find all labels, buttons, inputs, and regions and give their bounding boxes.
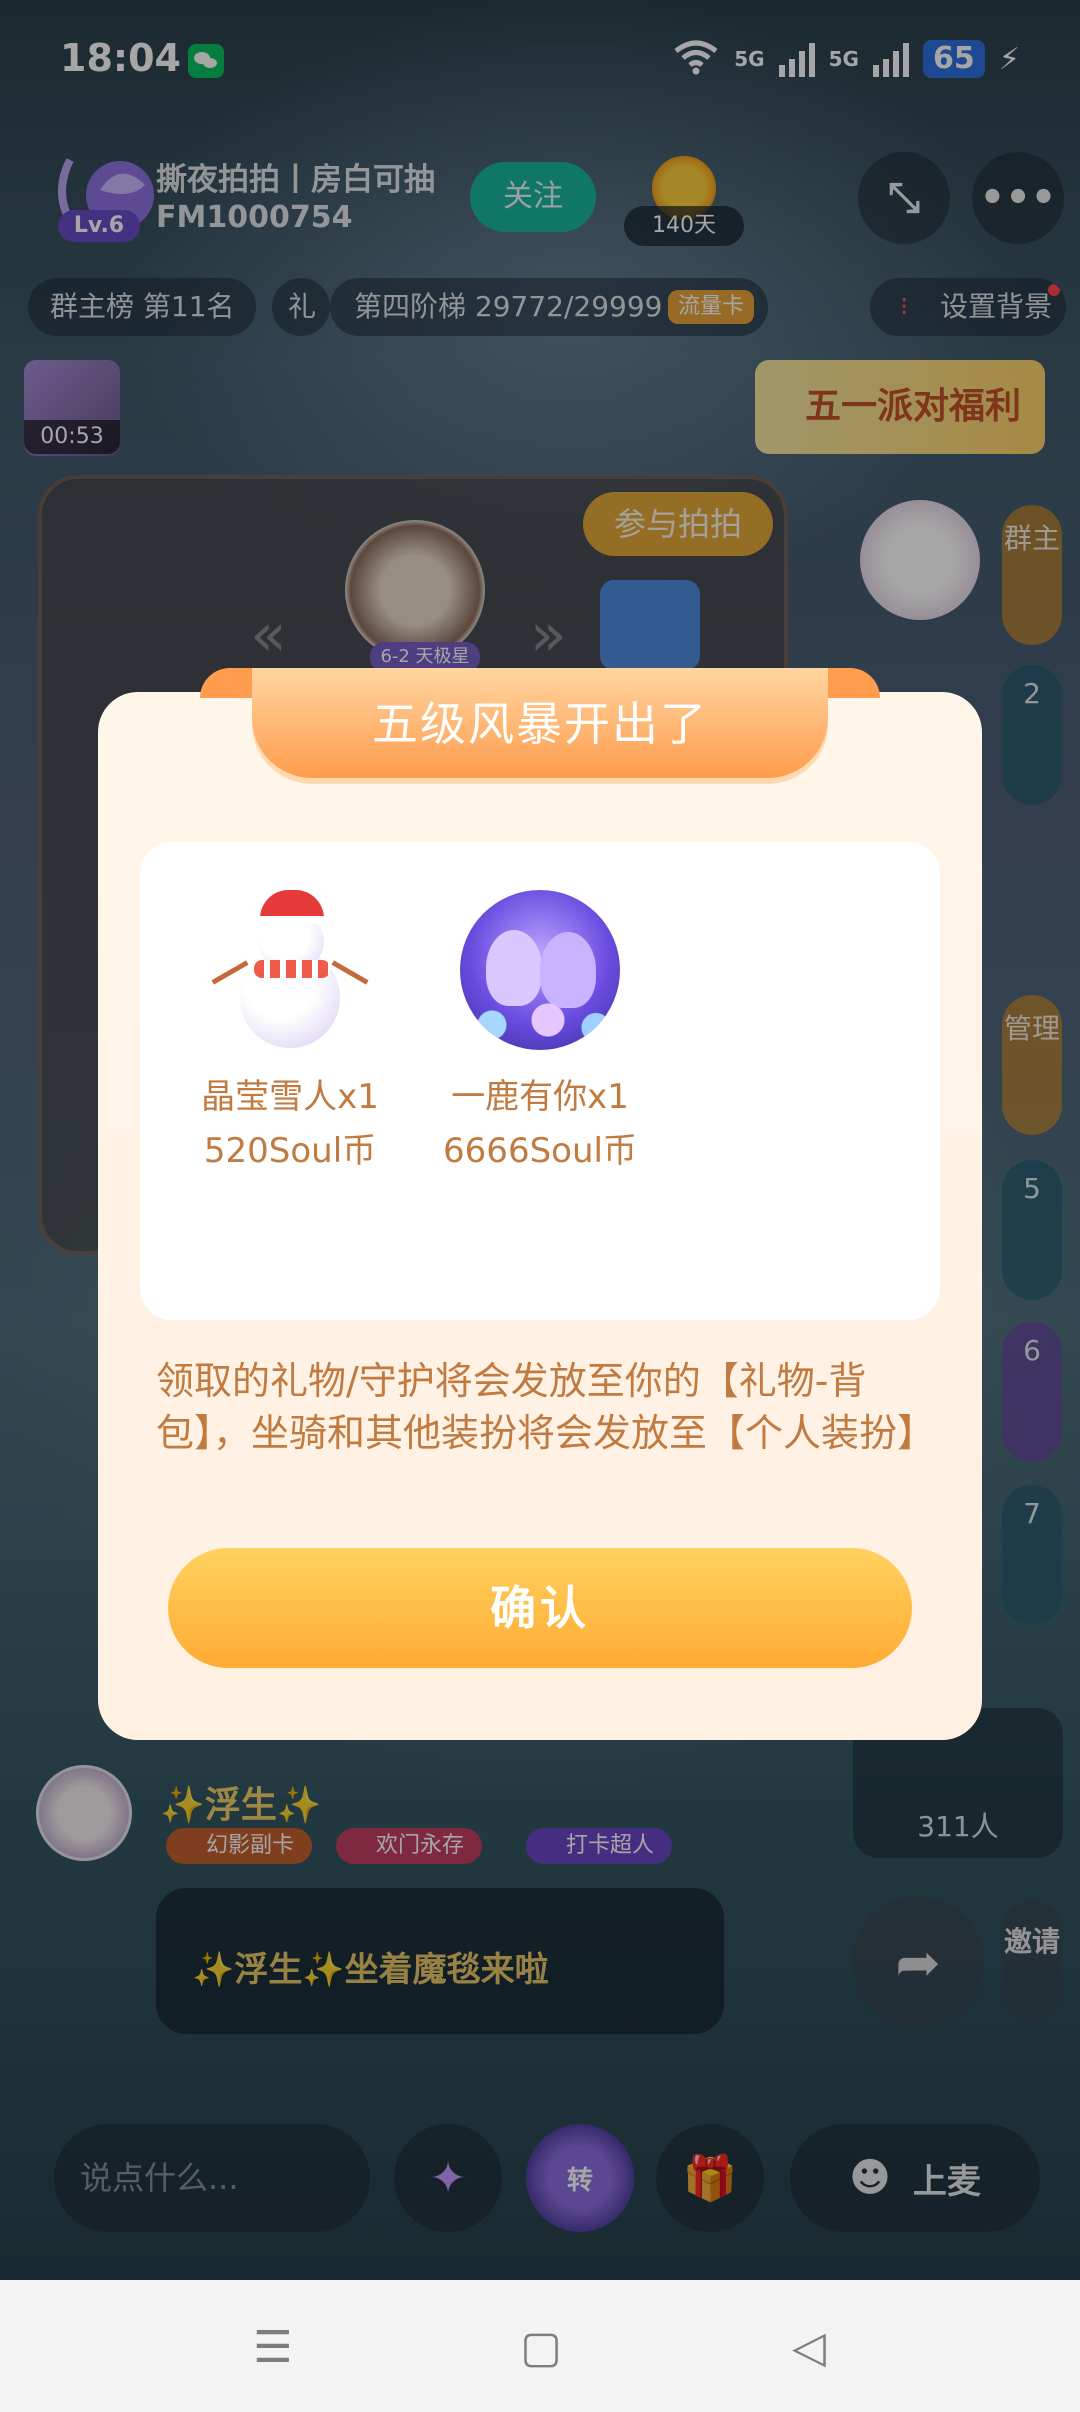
back-triangle-icon[interactable]: ◁ [774, 2312, 844, 2382]
gift-item: 一鹿有你x1 6666Soul币 [430, 890, 650, 1178]
dialog-title: 五级风暴开出了 [372, 697, 708, 751]
gift-price: 520Soul币 [203, 1131, 377, 1171]
home-square-icon[interactable]: ▢ [506, 2312, 576, 2382]
confirm-button[interactable]: 确认 [168, 1548, 912, 1668]
gift-name: 晶莹雪人x1 [201, 1077, 379, 1117]
gift-card: 晶莹雪人x1 520Soul币 一鹿有你x1 6666Soul币 [140, 842, 940, 1320]
gift-price: 6666Soul币 [443, 1131, 637, 1171]
dialog-description: 领取的礼物/守护将会发放至你的【礼物-背包】，坐骑和其他装扮将会发放至【个人装扮… [156, 1359, 936, 1455]
gift-name: 一鹿有你x1 [451, 1077, 629, 1117]
gift-item: 晶莹雪人x1 520Soul币 [180, 890, 400, 1178]
deer-pair-icon [460, 890, 620, 1050]
menu-icon[interactable]: ☰ [238, 2312, 308, 2382]
snowman-icon [210, 890, 370, 1050]
